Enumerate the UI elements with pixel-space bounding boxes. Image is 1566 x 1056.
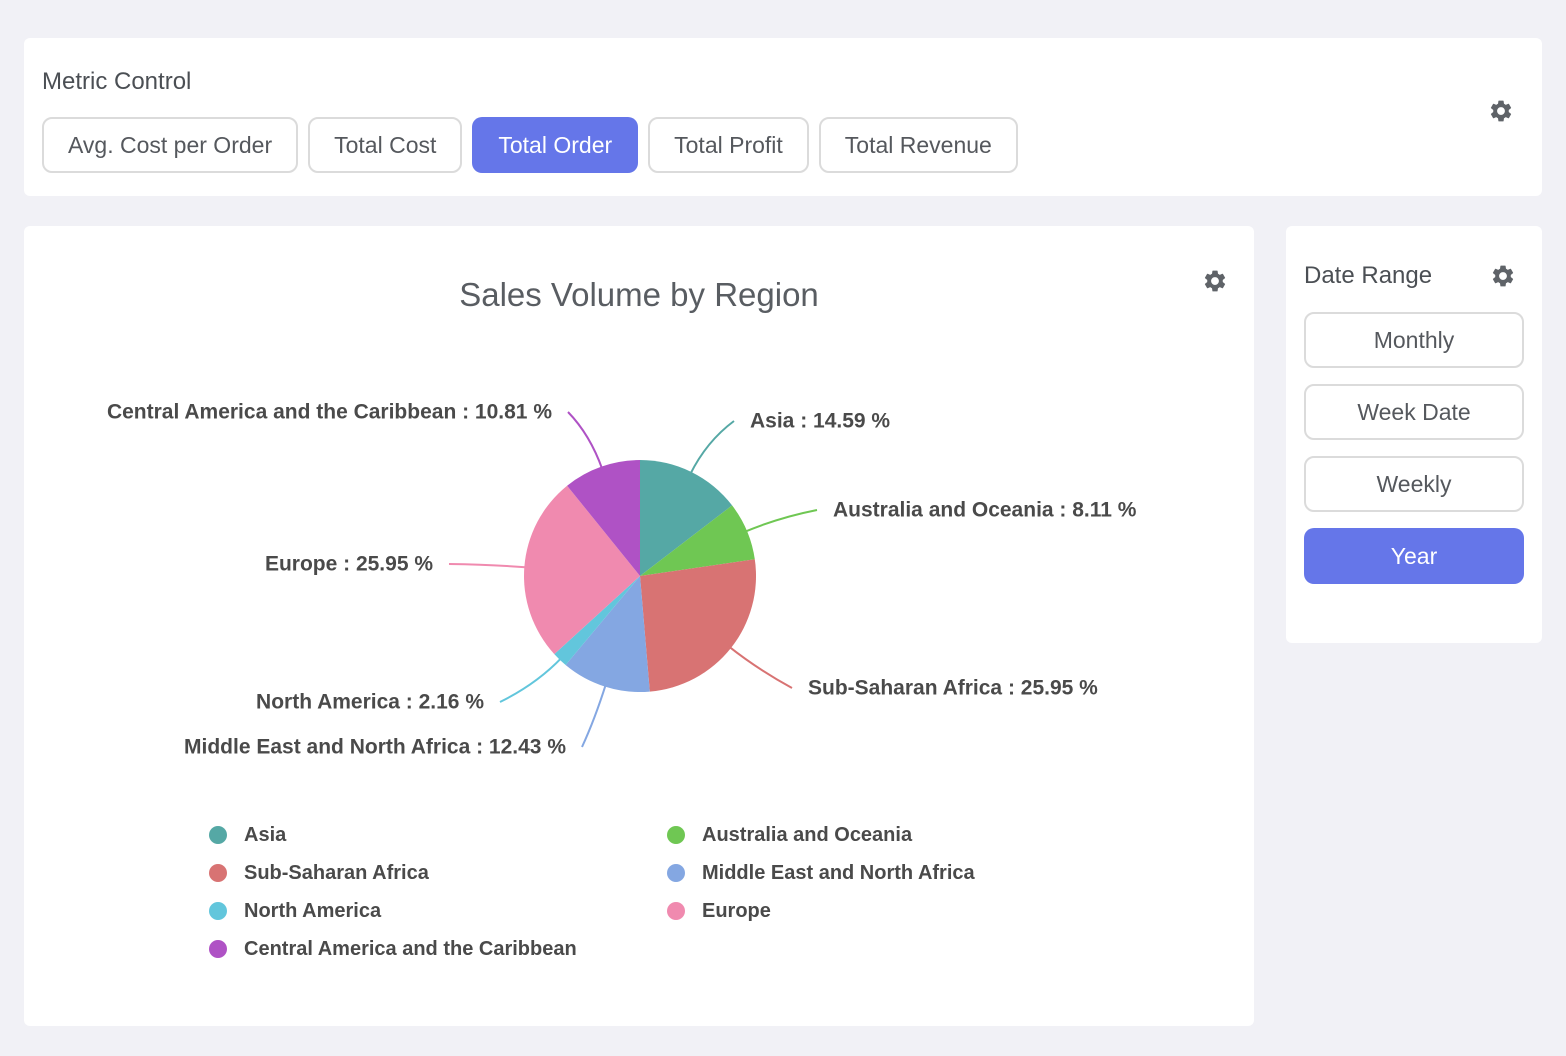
legend-label: Australia and Oceania bbox=[702, 824, 912, 846]
legend-item-europe[interactable]: Europe bbox=[667, 900, 975, 922]
sales-volume-panel: Sales Volume by Region Asia : 14.59 % Aus… bbox=[24, 226, 1254, 1026]
chart-title: Sales Volume by Region bbox=[24, 226, 1254, 314]
metric-button-total-revenue[interactable]: Total Revenue bbox=[819, 117, 1018, 173]
legend-item-north-america[interactable]: North America bbox=[209, 900, 667, 922]
legend-label: Europe bbox=[702, 900, 771, 922]
metric-button-total-profit[interactable]: Total Profit bbox=[648, 117, 809, 173]
legend-item-asia[interactable]: Asia bbox=[209, 824, 667, 846]
pie-label-north-america: North America : 2.16 % bbox=[256, 691, 484, 714]
date-range-panel: Date Range Monthly Week Date Weekly Year bbox=[1286, 226, 1542, 643]
legend-dot-icon bbox=[209, 902, 227, 920]
metric-button-avg-cost-per-order[interactable]: Avg. Cost per Order bbox=[42, 117, 298, 173]
legend-label: Central America and the Caribbean bbox=[244, 938, 577, 960]
leader-line-sub-saharan-africa bbox=[729, 646, 793, 688]
metric-button-total-cost[interactable]: Total Cost bbox=[308, 117, 462, 173]
date-range-button-week-date[interactable]: Week Date bbox=[1304, 384, 1524, 440]
leader-line-central-america-and-the-caribbean bbox=[568, 412, 602, 470]
metric-button-group: Avg. Cost per OrderTotal CostTotal Order… bbox=[42, 117, 1516, 173]
gear-icon[interactable] bbox=[1488, 98, 1514, 124]
pie-label-australia-and-oceania: Australia and Oceania : 8.11 % bbox=[833, 499, 1137, 522]
legend-label: Asia bbox=[244, 824, 286, 846]
legend-item-middle-east-and-north-africa[interactable]: Middle East and North Africa bbox=[667, 862, 975, 884]
metric-control-title: Metric Control bbox=[42, 68, 1516, 96]
pie-label-sub-saharan-africa: Sub-Saharan Africa : 25.95 % bbox=[808, 677, 1098, 700]
leader-line-north-america bbox=[500, 658, 562, 702]
legend-item-sub-saharan-africa[interactable]: Sub-Saharan Africa bbox=[209, 862, 667, 884]
metric-button-total-order[interactable]: Total Order bbox=[472, 117, 638, 173]
leader-line-europe bbox=[449, 564, 527, 567]
date-range-title: Date Range bbox=[1304, 262, 1432, 290]
legend-label: North America bbox=[244, 900, 381, 922]
legend-dot-icon bbox=[667, 826, 685, 844]
date-range-button-group: Monthly Week Date Weekly Year bbox=[1304, 312, 1524, 584]
legend-label: Middle East and North Africa bbox=[702, 862, 975, 884]
legend-item-australia-and-oceania[interactable]: Australia and Oceania bbox=[667, 824, 975, 846]
legend-dot-icon bbox=[667, 902, 685, 920]
leader-line-australia-and-oceania bbox=[744, 510, 817, 532]
metric-control-panel: Metric Control Avg. Cost per OrderTotal … bbox=[24, 38, 1542, 196]
legend-dot-icon bbox=[209, 864, 227, 882]
legend-dot-icon bbox=[209, 940, 227, 958]
gear-icon[interactable] bbox=[1490, 263, 1516, 289]
pie-label-middle-east-and-north-africa: Middle East and North Africa : 12.43 % bbox=[184, 736, 566, 759]
date-range-button-monthly[interactable]: Monthly bbox=[1304, 312, 1524, 368]
legend-dot-icon bbox=[209, 826, 227, 844]
legend-item-central-america-and-the-caribbean[interactable]: Central America and the Caribbean bbox=[209, 938, 667, 960]
dashboard-page: Metric Control Avg. Cost per OrderTotal … bbox=[0, 0, 1566, 1056]
pie-label-europe: Europe : 25.95 % bbox=[265, 553, 433, 576]
legend-label: Sub-Saharan Africa bbox=[244, 862, 429, 884]
leader-line-middle-east-and-north-africa bbox=[582, 684, 606, 747]
pie-slice-sub-saharan-africa[interactable] bbox=[640, 559, 756, 691]
leader-line-asia bbox=[690, 421, 734, 475]
pie-label-asia: Asia : 14.59 % bbox=[750, 410, 890, 433]
legend-dot-icon bbox=[667, 864, 685, 882]
pie-label-central-america-and-the-caribbean: Central America and the Caribbean : 10.8… bbox=[107, 401, 552, 424]
date-range-button-year[interactable]: Year bbox=[1304, 528, 1524, 584]
date-range-button-weekly[interactable]: Weekly bbox=[1304, 456, 1524, 512]
gear-icon[interactable] bbox=[1202, 268, 1228, 294]
chart-legend: Asia Australia and Oceania Sub-Saharan Afr… bbox=[209, 824, 975, 960]
